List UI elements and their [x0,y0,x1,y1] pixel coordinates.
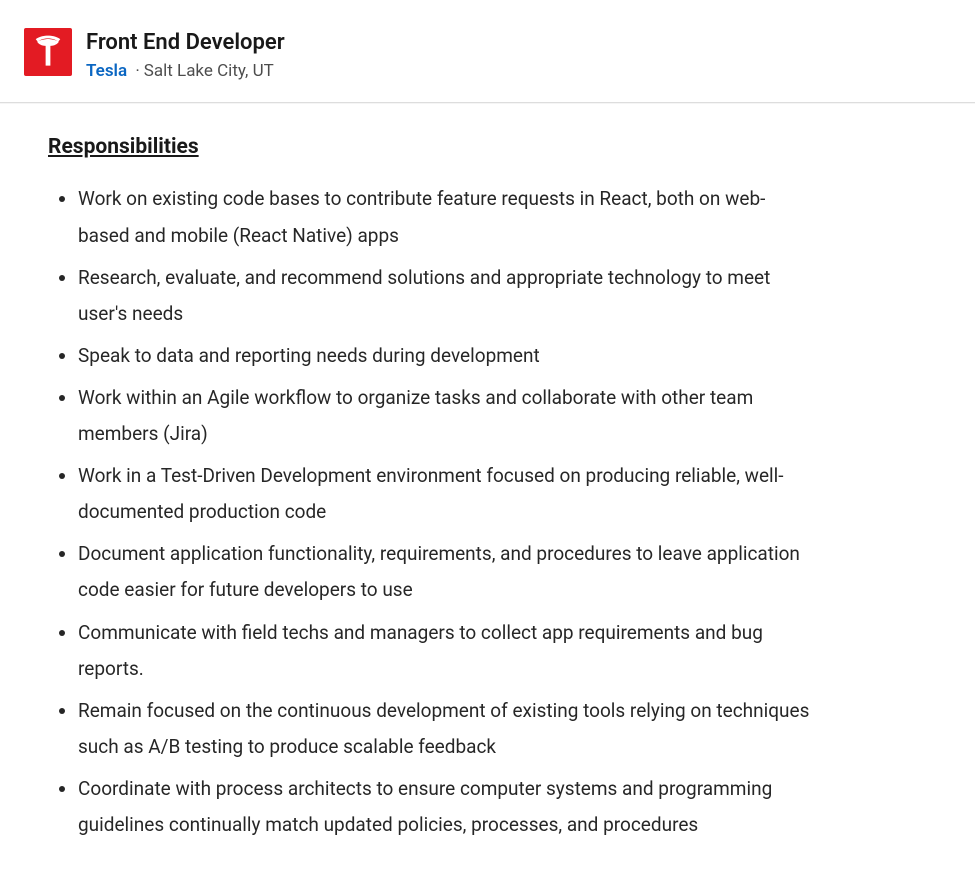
list-item: Work in a Test-Driven Development enviro… [78,458,812,530]
tesla-logo-icon [31,35,65,69]
list-item: Document application functionality, requ… [78,536,812,608]
list-item: Coordinate with process architects to en… [78,771,812,843]
job-location: Salt Lake City, UT [144,61,274,81]
list-item: Communicate with field techs and manager… [78,615,812,687]
list-item: Work on existing code bases to contribut… [78,181,812,253]
job-title: Front End Developer [86,30,285,56]
separator: · [131,61,143,81]
company-logo[interactable] [24,28,72,76]
list-item: Work within an Agile workflow to organiz… [78,380,812,452]
title-block: Front End Developer Tesla ·Salt Lake Cit… [86,28,285,82]
responsibilities-list: Work on existing code bases to contribut… [48,181,812,843]
company-link[interactable]: Tesla [86,61,127,81]
job-subline: Tesla ·Salt Lake City, UT [86,60,285,82]
section-heading-responsibilities: Responsibilities [48,135,812,159]
job-body: Responsibilities Work on existing code b… [0,103,860,889]
list-item: Research, evaluate, and recommend soluti… [78,260,812,332]
list-item: Remain focused on the continuous develop… [78,693,812,765]
job-header: Front End Developer Tesla ·Salt Lake Cit… [0,0,975,103]
list-item: Speak to data and reporting needs during… [78,338,812,374]
